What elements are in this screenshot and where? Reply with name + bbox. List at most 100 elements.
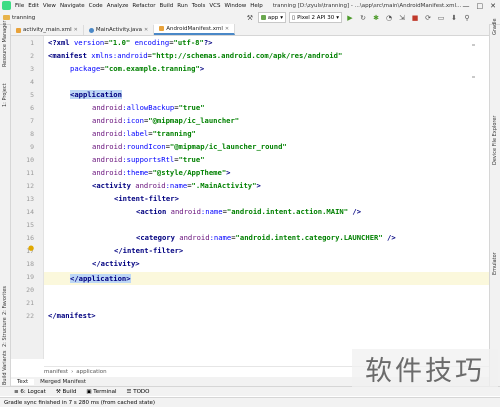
- line-number: 9: [30, 143, 34, 151]
- line-number: 21: [26, 299, 34, 307]
- line-number: 12: [26, 182, 34, 190]
- main-toolbar: ⚒ app ▾ ▯ Pixel 2 API 30 ▾ ▶ ↻ ✱ ◔ ⇲ ■ ⟳…: [245, 12, 472, 23]
- stop-icon[interactable]: ■: [410, 13, 420, 23]
- code-editor[interactable]: <?xml version="1.0" encoding="utf-8"?> <…: [44, 36, 489, 359]
- line-number: 16: [26, 234, 34, 242]
- run-configuration-label: app: [267, 14, 279, 21]
- code-line-17: </intent-filter>: [114, 246, 184, 255]
- close-window-button[interactable]: ✕: [490, 2, 496, 10]
- line-number: 7: [30, 117, 34, 125]
- tab-mainactivity-java[interactable]: MainActivity.java ✕: [84, 25, 155, 35]
- menu-build[interactable]: Build: [157, 3, 175, 9]
- line-number: 20: [26, 286, 34, 294]
- code-line-10: android:supportsRtl="true": [92, 155, 205, 164]
- breadcrumb-manifest[interactable]: manifest: [44, 369, 68, 375]
- run-configuration-combo[interactable]: app ▾: [257, 12, 287, 23]
- line-number: 4: [30, 78, 34, 86]
- navigation-bar: tranning ⚒ app ▾ ▯ Pixel 2 API 30 ▾ ▶ ↻ …: [0, 11, 500, 25]
- tool-window-logcat[interactable]: ≡ 6: Logcat: [14, 389, 46, 395]
- maximize-button[interactable]: □: [477, 2, 484, 10]
- tool-window-todo[interactable]: ☰ TODO: [127, 389, 150, 395]
- line-number: 18: [26, 260, 34, 268]
- menu-run[interactable]: Run: [175, 3, 190, 9]
- minimize-button[interactable]: —: [463, 2, 470, 10]
- tool-window-terminal[interactable]: ▣ Terminal: [86, 389, 116, 395]
- line-number: 22: [26, 312, 34, 320]
- code-line-1: <?xml version="1.0" encoding="utf-8"?>: [48, 38, 213, 47]
- window-controls: — □ ✕: [463, 2, 497, 10]
- scrollbar-marker[interactable]: [472, 76, 475, 78]
- profile-icon[interactable]: ◔: [384, 13, 394, 23]
- line-number: 13: [26, 195, 34, 203]
- left-tool-window-bar: Resource Manager 1: Project 2: Structure…: [0, 21, 11, 387]
- menu-refactor[interactable]: Refactor: [130, 3, 157, 9]
- make-project-hammer-icon[interactable]: ⚒: [245, 13, 255, 23]
- code-line-6: android:allowBackup="true": [92, 103, 205, 112]
- code-line-12: <activity android:name=".MainActivity">: [92, 181, 261, 190]
- close-tab-icon[interactable]: ✕: [225, 26, 229, 32]
- editor-tabs: activity_main.xml ✕ MainActivity.java ✕ …: [11, 24, 489, 36]
- code-line-19: </application>: [70, 274, 131, 283]
- chevron-down-icon: ▾: [280, 14, 284, 21]
- attach-debugger-icon[interactable]: ⇲: [397, 13, 407, 23]
- run-icon[interactable]: ▶: [345, 13, 355, 23]
- android-module-icon: [260, 15, 266, 20]
- code-line-3: package="com.example.tranning">: [70, 64, 205, 73]
- tab-androidmanifest-xml[interactable]: AndroidManifest.xml ✕: [154, 24, 236, 35]
- code-line-7: android:icon="@mipmap/ic_launcher": [92, 116, 240, 125]
- search-icon[interactable]: ⚲: [462, 13, 472, 23]
- status-message: Gradle sync finished in 7 s 280 ms (from…: [4, 399, 156, 406]
- line-number: 2: [30, 52, 34, 60]
- editor-gutter[interactable]: 1 2 3 4 5 6 7 8 9 10 11 12 13 14 15 16 1…: [11, 36, 50, 359]
- code-line-13: <intent-filter>: [114, 194, 179, 203]
- menu-tools[interactable]: Tools: [190, 3, 208, 9]
- line-number: 3: [30, 65, 34, 73]
- subtab-merged-manifest[interactable]: Merged Manifest: [34, 379, 92, 385]
- sync-gradle-icon[interactable]: ⟳: [423, 13, 433, 23]
- menu-analyze[interactable]: Analyze: [105, 3, 131, 9]
- watermark: 软件技巧: [352, 349, 498, 387]
- line-number: 11: [26, 169, 34, 177]
- breadcrumb-separator: ›: [71, 369, 74, 375]
- menu-vcs[interactable]: VCS: [207, 3, 222, 9]
- subtab-text[interactable]: Text: [11, 378, 35, 385]
- hammer-icon: ⚒: [55, 388, 63, 395]
- status-bar: Gradle sync finished in 7 s 280 ms (from…: [0, 397, 500, 407]
- menu-help[interactable]: Help: [248, 3, 265, 9]
- debug-icon[interactable]: ✱: [371, 13, 381, 23]
- code-line-16: <category android:name="android.intent.c…: [136, 233, 396, 242]
- tool-window-build[interactable]: ⚒ Build: [56, 389, 77, 395]
- menu-view[interactable]: View: [41, 3, 58, 9]
- close-tab-icon[interactable]: ✕: [144, 27, 148, 33]
- close-tab-icon[interactable]: ✕: [74, 27, 78, 33]
- code-line-18: </activity>: [92, 259, 140, 268]
- tab-activity-main-xml[interactable]: activity_main.xml ✕: [11, 25, 84, 35]
- menu-navigate[interactable]: Navigate: [58, 3, 87, 9]
- device-combo[interactable]: ▯ Pixel 2 API 30 ▾: [289, 12, 342, 23]
- folder-icon: [3, 15, 10, 20]
- code-line-2: <manifest xmlns:android="http://schemas.…: [48, 51, 343, 60]
- avd-manager-icon[interactable]: ▭: [436, 13, 446, 23]
- menu-edit[interactable]: Edit: [26, 3, 41, 9]
- code-line-21: </manifest>: [48, 311, 96, 320]
- device-label: Pixel 2 API 30: [297, 14, 335, 21]
- line-number: 6: [30, 104, 34, 112]
- sdk-manager-icon[interactable]: ⬇: [449, 13, 459, 23]
- android-studio-logo-icon: [2, 1, 11, 10]
- code-line-5: <application: [70, 90, 122, 99]
- lightbulb-icon[interactable]: ●: [28, 244, 34, 252]
- scrollbar-marker[interactable]: [472, 44, 475, 46]
- apply-changes-icon[interactable]: ↻: [358, 13, 368, 23]
- menu-window[interactable]: Window: [223, 3, 249, 9]
- java-class-icon: [88, 27, 94, 33]
- menu-code[interactable]: Code: [87, 3, 105, 9]
- bottom-tool-window-bar: ≡ 6: Logcat ⚒ Build ▣ Terminal ☰ TODO: [0, 386, 500, 396]
- line-number: 8: [30, 130, 34, 138]
- line-number: 5: [30, 91, 34, 99]
- chevron-down-icon: ▾: [336, 14, 339, 21]
- breadcrumb-application[interactable]: application: [76, 369, 106, 375]
- menu-bar: File Edit View Navigate Code Analyze Ref…: [0, 0, 500, 11]
- right-tool-window-bar: Gradle Device File Explorer Emulator: [489, 18, 500, 387]
- code-line-14: <action android:name="android.intent.act…: [136, 207, 362, 216]
- menu-file[interactable]: File: [13, 3, 26, 9]
